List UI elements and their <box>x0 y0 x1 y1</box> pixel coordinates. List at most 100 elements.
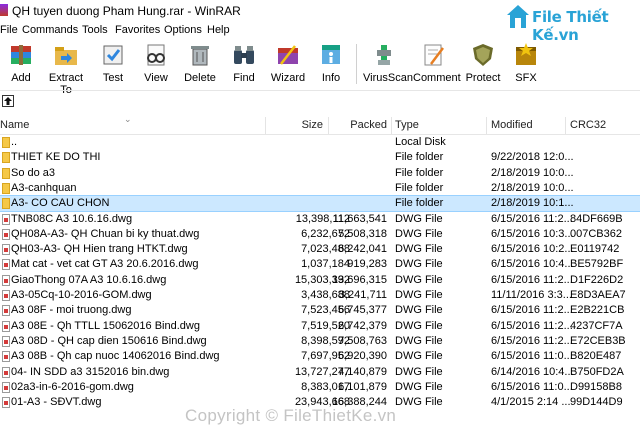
file-type: DWG File <box>395 396 443 409</box>
column-divider[interactable] <box>565 117 566 134</box>
dwg-file-icon <box>2 259 10 271</box>
column-divider[interactable] <box>328 117 329 134</box>
file-crc32: E0119742 <box>570 243 620 256</box>
file-packed: 6,742,379 <box>338 319 387 332</box>
file-packed: 6,242,041 <box>338 243 387 256</box>
file-modified: 6/15/2016 10:4... <box>491 258 574 271</box>
winrar-app-icon[interactable] <box>0 4 8 16</box>
toolbar: Add Extract To Test View Delete Find Wiz… <box>0 40 640 96</box>
file-modified: 4/1/2015 2:14 ... <box>491 396 571 409</box>
file-packed: 11,663,541 <box>332 212 387 225</box>
column-divider[interactable] <box>391 117 392 134</box>
table-row[interactable]: TNB08C A3 10.6.16.dwg 13,398,112 11,663,54… <box>0 212 640 227</box>
test-button[interactable]: Test <box>100 40 126 88</box>
file-crc32: 84DF669B <box>570 212 623 225</box>
folder-icon <box>2 167 10 179</box>
table-row[interactable]: QH08A-A3- QH Chuan bi ky thuat.dwg 6,232,… <box>0 227 640 242</box>
dwg-file-icon <box>2 351 10 363</box>
add-archive-icon <box>8 42 34 68</box>
table-row[interactable]: A3 08B - Qh cap nuoc 14062016 Bind.dwg 7,… <box>0 349 640 364</box>
table-row[interactable]: 02a3-in-6-2016-gom.dwg 8,383,017 6,101,879… <box>0 380 640 395</box>
table-row[interactable]: GiaoThong 07A A3 10.6.16.dwg 15,303,392 13… <box>0 273 640 288</box>
file-name: TNB08C A3 10.6.16.dwg <box>11 212 133 225</box>
menu-help[interactable]: Help <box>207 24 230 36</box>
wizard-button[interactable]: Wizard <box>271 40 305 88</box>
view-button[interactable]: View <box>143 40 169 88</box>
comment-button[interactable]: Comment <box>413 40 461 88</box>
file-type: DWG File <box>395 365 443 378</box>
column-packed[interactable]: Packed <box>350 119 387 131</box>
sfx-button[interactable]: SFX <box>513 40 539 88</box>
info-button[interactable]: Info <box>318 40 344 88</box>
delete-button[interactable]: Delete <box>184 40 216 88</box>
file-crc32: B820E487 <box>570 350 622 363</box>
file-type: File folder <box>395 197 444 210</box>
file-type: File folder <box>395 166 444 179</box>
file-modified: 9/22/2018 12:0... <box>491 151 574 164</box>
file-name: A3-canhquan <box>11 181 77 194</box>
column-divider[interactable] <box>265 117 266 134</box>
file-crc32: E72CEB3B <box>570 334 626 347</box>
menu-tools[interactable]: Tools <box>82 24 108 36</box>
find-button[interactable]: Find <box>231 40 257 88</box>
file-type: DWG File <box>395 350 443 363</box>
extract-to-button[interactable]: Extract To <box>49 40 83 96</box>
menu-file[interactable]: File <box>0 24 18 36</box>
table-row[interactable]: A3-05Cq-10-2016-GOM.dwg 3,438,688 3,241,71… <box>0 288 640 303</box>
folder-row[interactable]: A3-canhquan File folder 2/18/2019 10:0... <box>0 181 640 196</box>
sfx-icon <box>513 42 539 68</box>
virusscan-button[interactable]: VirusScan <box>363 40 413 88</box>
dwg-file-icon <box>2 381 10 393</box>
file-modified: 11/11/2016 3:3... <box>491 289 572 301</box>
file-type: DWG File <box>395 243 443 256</box>
protect-shield-icon <box>470 42 496 68</box>
folder-row[interactable]: THIET KE DO THI File folder 9/22/2018 12:0… <box>0 150 640 165</box>
file-packed: 13,696,315 <box>331 273 387 286</box>
add-label: Add <box>11 72 31 84</box>
test-label: Test <box>102 72 124 84</box>
file-crc32: BE5792BF <box>570 258 624 271</box>
file-modified: 6/15/2016 10:3... <box>491 227 574 240</box>
table-row[interactable]: A3 08E - Qh TTLL 15062016 Bind.dwg 7,519,… <box>0 319 640 334</box>
column-size[interactable]: Size <box>302 119 323 131</box>
add-button[interactable]: Add <box>8 40 34 88</box>
file-type: DWG File <box>395 319 443 332</box>
up-one-level-icon[interactable] <box>2 95 14 107</box>
table-row[interactable]: A3 08F - moi truong.dwg 7,523,456 6,745,37… <box>0 303 640 318</box>
file-packed: 5,508,318 <box>338 227 387 240</box>
file-name: A3-05Cq-10-2016-GOM.dwg <box>11 289 152 301</box>
menu-options[interactable]: Options <box>164 24 202 36</box>
table-row[interactable]: 04- IN SDD a3 3152016 bin.dwg 13,727,277 4… <box>0 365 640 380</box>
window-title: QH tuyen duong Pham Hung.rar - WinRAR <box>12 4 241 18</box>
table-row[interactable]: A3 08D - QH cap dien 150616 Bind.dwg 8,39… <box>0 334 640 349</box>
menu-favorites[interactable]: Favorites <box>115 24 160 36</box>
column-modified[interactable]: Modified <box>491 119 533 131</box>
column-type[interactable]: Type <box>395 119 419 131</box>
dwg-file-icon <box>2 244 10 256</box>
table-row[interactable]: QH03-A3- QH Hien trang HTKT.dwg 7,023,488… <box>0 242 640 257</box>
menu-commands[interactable]: Commands <box>22 24 78 36</box>
extract-folder-icon <box>53 42 79 68</box>
find-label: Find <box>233 72 255 84</box>
parent-dir-row[interactable]: .. Local Disk <box>0 135 640 150</box>
file-modified: 6/15/2016 11:0... <box>491 380 573 393</box>
column-name[interactable]: Name <box>0 119 29 131</box>
folder-row[interactable]: So do a3 File folder 2/18/2019 10:0... <box>0 166 640 181</box>
folder-icon <box>2 152 10 164</box>
protect-label: Protect <box>465 72 501 84</box>
column-crc32[interactable]: CRC32 <box>570 119 606 131</box>
table-row[interactable]: Mat cat - vet cat GT A3 20.6.2016.dwg 1,0… <box>0 257 640 272</box>
file-name: So do a3 <box>11 166 56 179</box>
file-type: DWG File <box>395 273 443 286</box>
brand-name: File Thiết Kế.vn <box>532 8 609 44</box>
column-divider[interactable] <box>486 117 487 134</box>
folder-row[interactable]: A3- CO CAU CHON File folder 2/18/2019 10:1… <box>0 195 640 213</box>
menu-bar: File Commands Tools Favorites Options He… <box>0 22 500 40</box>
protect-button[interactable]: Protect <box>466 40 500 88</box>
file-crc32: 99D144D9 <box>570 396 623 409</box>
file-modified: 6/15/2016 11:2... <box>491 304 573 317</box>
toolbar-separator <box>356 44 357 84</box>
dwg-file-icon <box>2 305 10 317</box>
file-modified: 6/14/2016 10:4... <box>491 365 574 378</box>
file-name: QH03-A3- QH Hien trang HTKT.dwg <box>11 243 188 256</box>
